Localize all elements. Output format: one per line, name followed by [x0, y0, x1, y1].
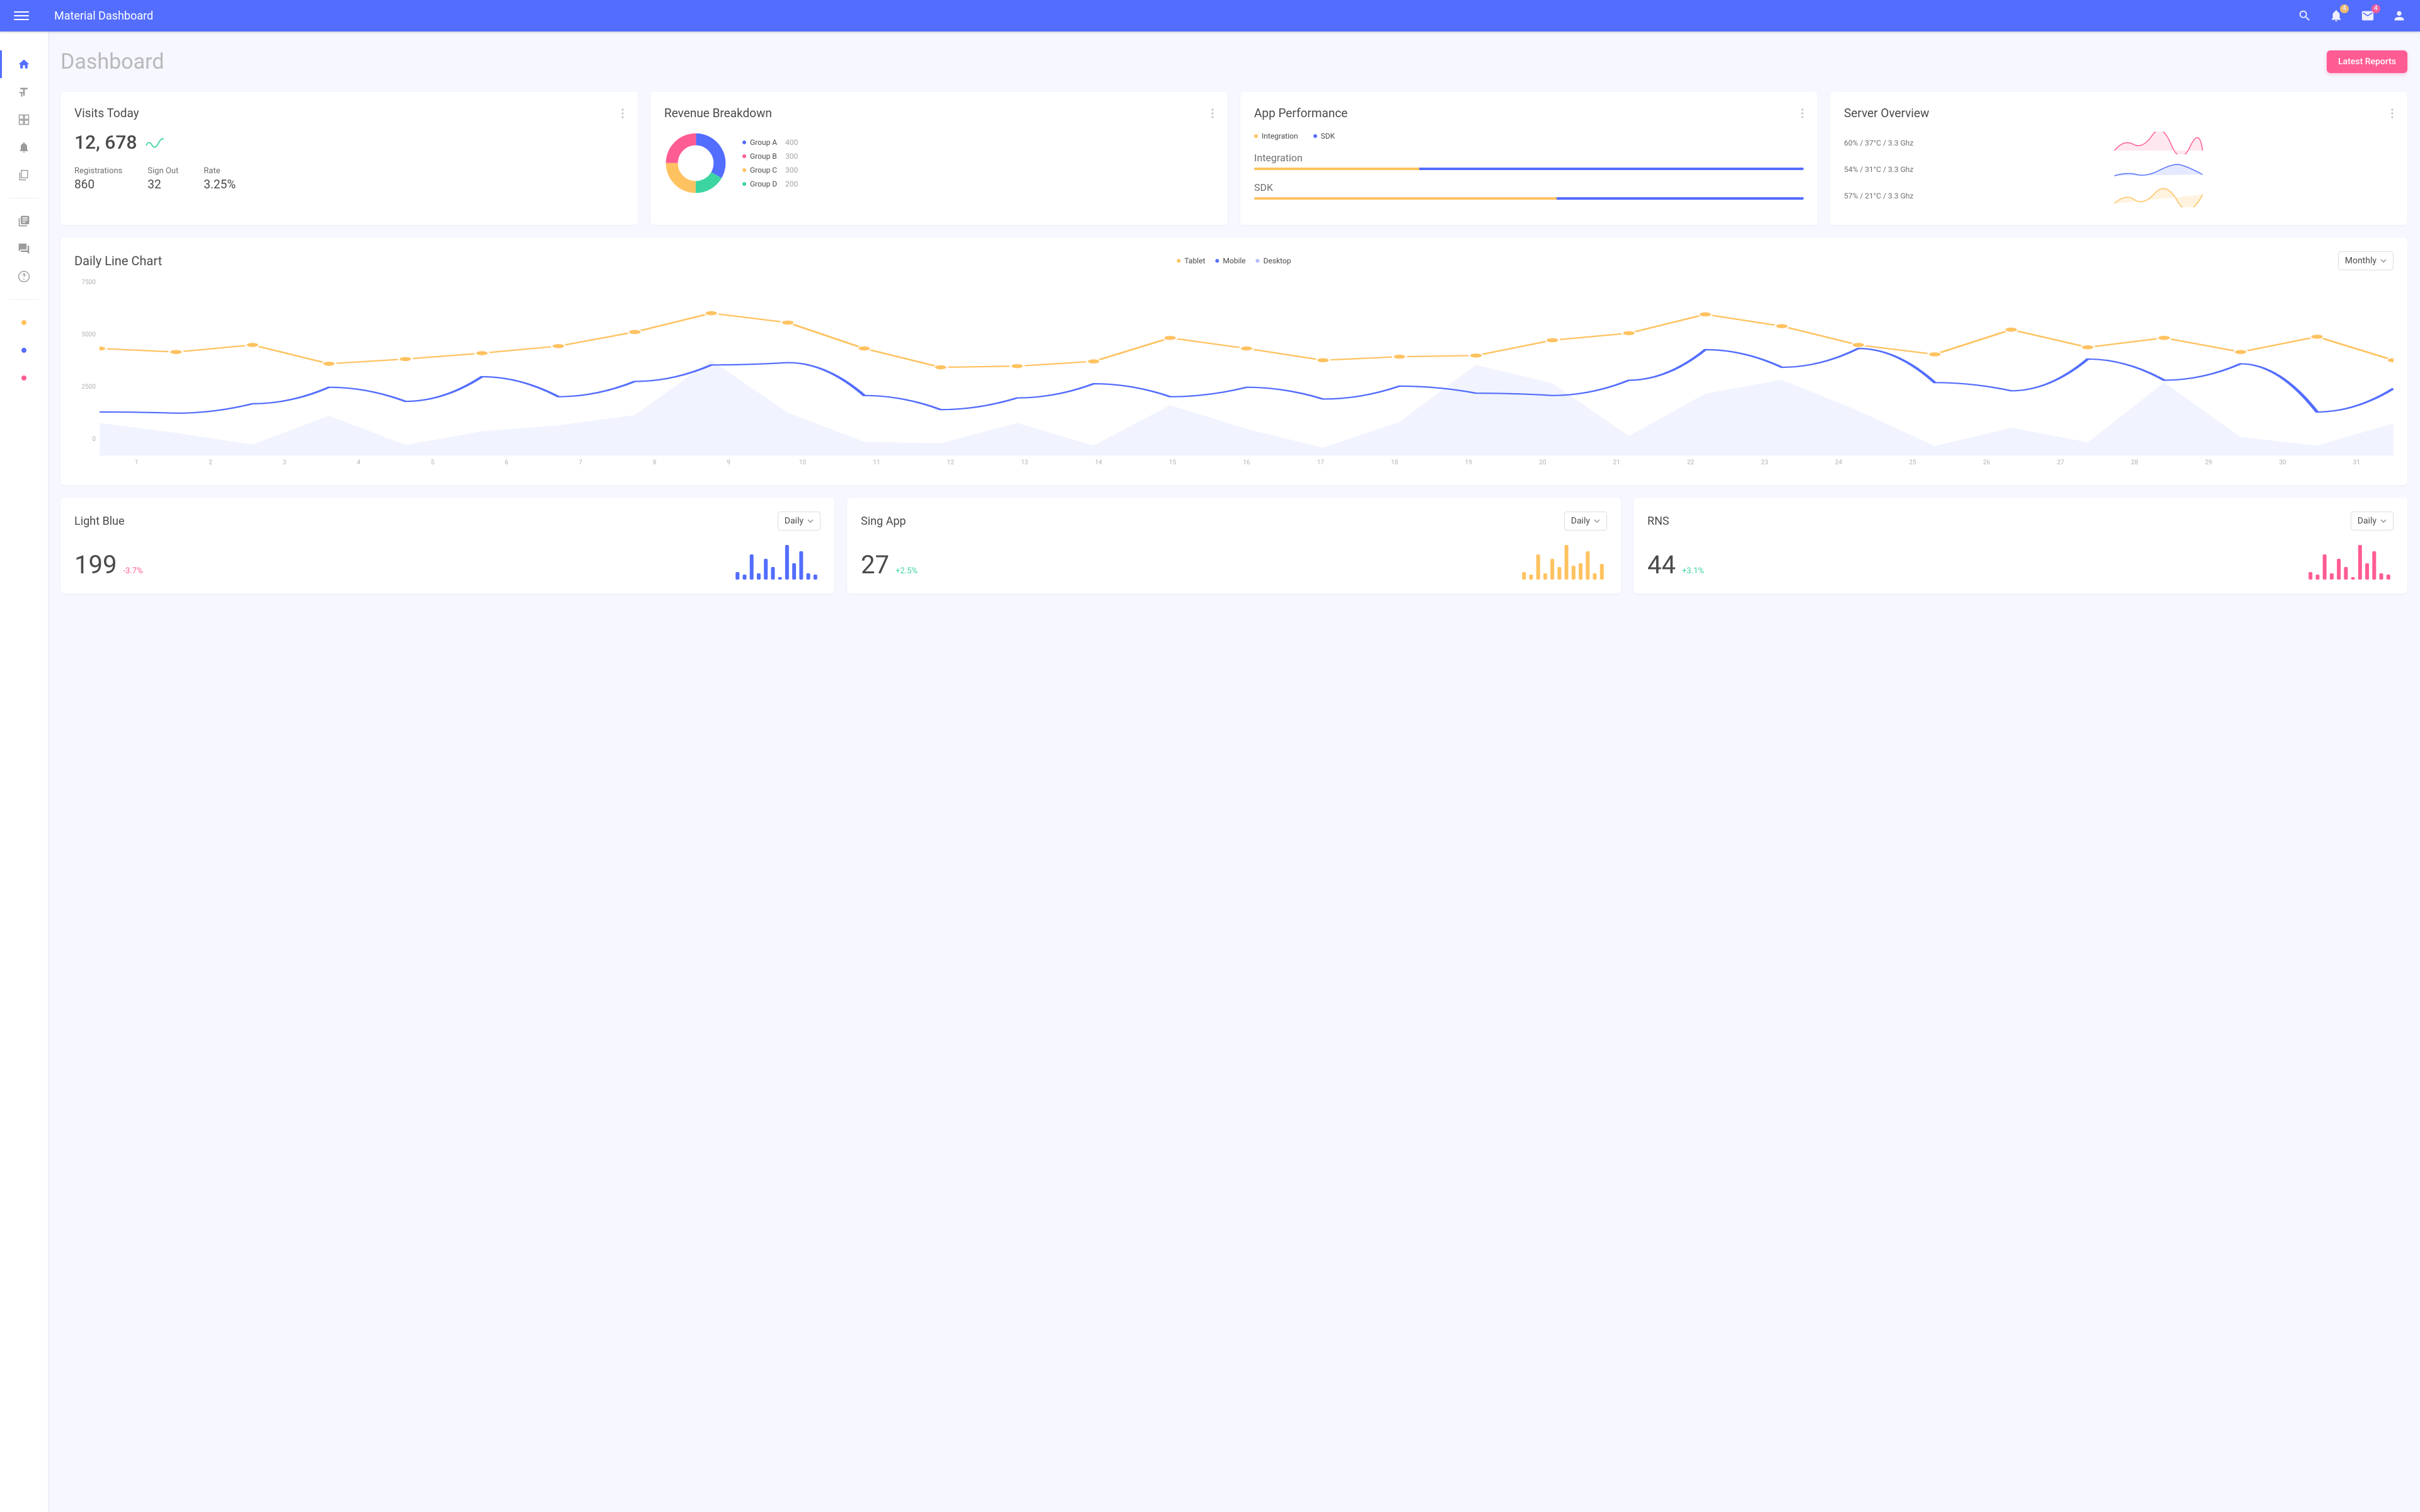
sidebar-dot-blue[interactable]: [21, 348, 26, 353]
registrations-label: Registrations: [74, 166, 122, 176]
search-icon[interactable]: [2298, 9, 2312, 23]
perf-sdk-label: SDK: [1254, 181, 1804, 193]
sidebar: [0, 32, 48, 1512]
x-axis: 1234567891011121314151617181920212223242…: [74, 455, 2394, 466]
server-row-3: 57% / 21°C / 3.3 Ghz: [1844, 192, 1916, 200]
sing-app-value: 27: [861, 550, 889, 580]
bars-light-blue: [732, 542, 821, 580]
more-icon[interactable]: [1211, 108, 1214, 118]
more-icon[interactable]: [1801, 108, 1804, 118]
sidebar-item-library[interactable]: [0, 207, 48, 235]
notifications-icon[interactable]: 4: [2329, 9, 2343, 23]
sidebar-dot-pink[interactable]: [21, 375, 26, 381]
server-title: Server Overview: [1844, 106, 1929, 120]
sidebar-dot-orange[interactable]: [21, 320, 26, 325]
card-visits: Visits Today 12, 678 Registrations 860 S…: [60, 92, 638, 225]
visits-value: 12, 678: [74, 132, 137, 154]
card-rns: RNS Daily 44 +3.1%: [1634, 498, 2407, 593]
latest-reports-button[interactable]: Latest Reports: [2327, 50, 2407, 73]
sing-app-delta: +2.5%: [896, 566, 918, 576]
light-blue-period[interactable]: Daily: [778, 512, 821, 530]
menu-button[interactable]: [14, 8, 29, 23]
sing-app-period[interactable]: Daily: [1564, 512, 1607, 530]
card-light-blue: Light Blue Daily 199 -3.7%: [60, 498, 834, 593]
sidebar-item-typography[interactable]: [0, 78, 48, 106]
app-title: Material Dashboard: [54, 9, 2298, 23]
rns-delta: +3.1%: [1682, 566, 1704, 576]
rate-value: 3.25%: [204, 177, 236, 192]
messages-badge: 4: [2371, 4, 2380, 13]
y-axis: 7500 5000 2500 0: [74, 279, 100, 455]
card-sing-app: Sing App Daily 27 +2.5%: [847, 498, 1621, 593]
signout-value: 32: [147, 177, 178, 192]
more-icon[interactable]: [621, 108, 624, 118]
sidebar-item-notifications[interactable]: [0, 134, 48, 161]
line-chart: [100, 279, 2394, 455]
legend-desktop: Desktop: [1264, 256, 1291, 265]
sidebar-divider-2: [9, 299, 38, 300]
perf-legend-sdk: SDK: [1321, 132, 1335, 140]
bars-rns: [2305, 542, 2394, 580]
signout-label: Sign Out: [147, 166, 178, 176]
card-server: Server Overview 60% / 37°C / 3.3 Ghz 54%…: [1830, 92, 2407, 225]
bars-sing-app: [1519, 542, 1607, 580]
sidebar-item-tables[interactable]: [0, 106, 48, 134]
card-revenue: Revenue Breakdown Group A400Group B300Gr…: [650, 92, 1228, 225]
rns-period[interactable]: Daily: [2351, 512, 2394, 530]
legend-tablet: Tablet: [1184, 256, 1205, 265]
sidebar-item-faq[interactable]: [0, 263, 48, 290]
rns-title: RNS: [1647, 515, 1669, 528]
sparkline-icon: [146, 137, 164, 149]
light-blue-delta: -3.7%: [123, 566, 142, 576]
period-select[interactable]: Monthly: [2338, 251, 2394, 270]
donut-chart: [664, 132, 727, 195]
perf-legend-integration: Integration: [1262, 132, 1298, 140]
visits-title: Visits Today: [74, 106, 139, 120]
server-row-2: 54% / 31°C / 3.3 Ghz: [1844, 165, 1916, 174]
rate-label: Rate: [204, 166, 236, 176]
light-blue-value: 199: [74, 550, 117, 580]
server-row-1: 60% / 37°C / 3.3 Ghz: [1844, 139, 1916, 147]
registrations-value: 860: [74, 177, 122, 192]
legend-mobile: Mobile: [1223, 256, 1245, 265]
performance-title: App Performance: [1254, 106, 1347, 120]
notifications-badge: 4: [2340, 4, 2349, 13]
more-icon[interactable]: [2391, 108, 2394, 118]
card-daily: Daily Line Chart Tablet Mobile Desktop M…: [60, 238, 2407, 485]
daily-title: Daily Line Chart: [74, 253, 162, 268]
sidebar-item-home[interactable]: [0, 50, 48, 78]
chevron-down-icon: [2380, 258, 2387, 264]
page-title: Dashboard: [60, 49, 164, 74]
card-performance: App Performance Integration SDK Integrat…: [1240, 92, 1818, 225]
mail-icon[interactable]: 4: [2361, 9, 2375, 23]
period-value: Monthly: [2345, 256, 2377, 266]
rns-value: 44: [1647, 550, 1676, 580]
revenue-title: Revenue Breakdown: [664, 106, 772, 120]
perf-integration-label: Integration: [1254, 152, 1804, 164]
sing-app-title: Sing App: [861, 515, 906, 528]
light-blue-title: Light Blue: [74, 515, 125, 528]
sidebar-item-support[interactable]: [0, 235, 48, 263]
sidebar-item-ui[interactable]: [0, 161, 48, 189]
profile-icon[interactable]: [2392, 9, 2406, 23]
